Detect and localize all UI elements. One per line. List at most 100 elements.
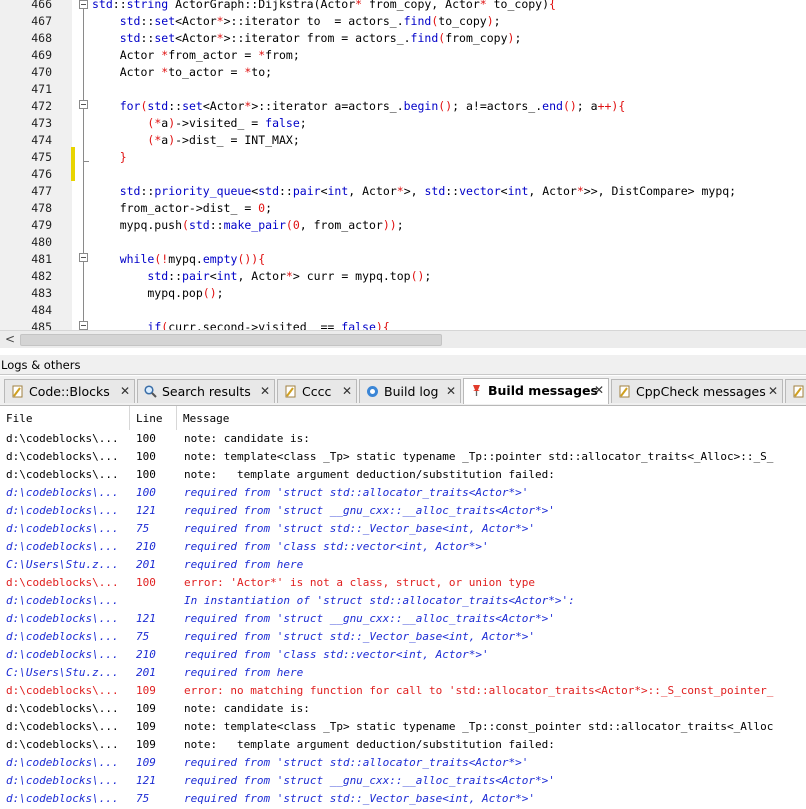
line-number: 467 [31,14,52,28]
fold-toggle-icon[interactable] [79,321,88,330]
message-file: d:\codeblocks\... [6,720,119,733]
table-row[interactable]: d:\codeblocks\... 75 required from 'struct… [0,520,806,538]
message-line: 109 [136,720,156,733]
message-text: required from 'struct __gnu_cxx::__alloc… [184,612,555,625]
message-line: 121 [136,504,156,517]
message-line: 75 [136,792,150,805]
line-number: 466 [31,0,52,11]
table-row[interactable]: d:\codeblocks\... 109 note: candidate is: [0,700,806,718]
close-icon[interactable]: ✕ [446,380,456,403]
message-line: 100 [136,576,156,589]
message-text: error: 'Actor*' is not a class, struct, … [184,576,535,589]
message-line: 109 [136,702,156,715]
panel-title: Logs & others [0,355,806,375]
table-row[interactable]: C:\Users\Stu.z... 201 required from here [0,664,806,682]
horizontal-scrollbar[interactable]: < [0,330,806,348]
line-number: 481 [31,252,52,266]
tab-build-log[interactable]: Build log ✕ [359,379,461,403]
message-text: required from 'struct std::allocator_tra… [184,756,529,769]
table-row[interactable]: d:\codeblocks\... 100 note: template<class… [0,448,806,466]
line-number-gutter: 466 467 468 469 470 471 472 473 474 475 476 477 478 4… [0,0,73,330]
message-file: d:\codeblocks\... [6,738,119,751]
fold-toggle-icon[interactable] [79,100,88,109]
message-file: d:\codeblocks\... [6,486,119,499]
fold-toggle-icon[interactable] [79,253,88,262]
code-line: std::priority_queue<std::pair<int, Actor… [119,184,737,198]
tab-cccc[interactable]: Cccc ✕ [277,379,357,403]
table-row[interactable]: d:\codeblocks\... 121 required from 'struc… [0,772,806,790]
code-line: if(curr.second->visited_ == false){ [147,320,390,330]
message-line: 109 [136,684,156,697]
message-file: d:\codeblocks\... [6,756,119,769]
tab-cppcheck-messages[interactable]: CppCheck messages ✕ [611,379,783,403]
fold-toggle-icon[interactable] [79,0,88,9]
build-messages-table[interactable]: File Line Message d:\codeblocks\... 100 no… [0,406,806,809]
close-icon[interactable]: ✕ [594,379,604,402]
table-row[interactable]: d:\codeblocks\... In instantiation of 'st… [0,592,806,610]
table-row[interactable]: d:\codeblocks\... 121 required from 'struc… [0,502,806,520]
message-file: d:\codeblocks\... [6,648,119,661]
message-file: d:\codeblocks\... [6,504,119,517]
table-row[interactable]: d:\codeblocks\... 100 note: template argum… [0,466,806,484]
line-number: 480 [31,235,52,249]
line-number: 477 [31,184,52,198]
message-text: note: template argument deduction/substi… [184,468,555,481]
code-editor[interactable]: 466 467 468 469 470 471 472 473 474 475 476 477 478 4… [0,0,806,330]
table-row[interactable]: d:\codeblocks\... 75 required from 'struct… [0,790,806,808]
table-row[interactable]: d:\codeblocks\... 75 required from 'struct… [0,628,806,646]
code-line: (*a)->dist_ = INT_MAX; [147,133,300,147]
column-header-line[interactable]: Line [130,406,177,430]
message-file: d:\codeblocks\... [6,792,119,805]
table-row[interactable]: d:\codeblocks\... 100 note: candidate is: [0,430,806,448]
table-row[interactable]: d:\codeblocks\... 100 required from 'struc… [0,484,806,502]
fold-line [83,9,84,329]
message-line: 121 [136,612,156,625]
message-text: required from 'struct __gnu_cxx::__alloc… [184,774,555,787]
tab-label: Search results [162,384,251,399]
message-text: required from 'class std::vector<int, Ac… [184,648,489,661]
close-icon[interactable]: ✕ [120,380,130,403]
table-row[interactable]: d:\codeblocks\... 210 required from 'class… [0,538,806,556]
table-row[interactable]: d:\codeblocks\... 100 error: 'Actor*' is n… [0,574,806,592]
code-line: for(std::set<Actor*>::iterator a=actors_… [119,99,626,113]
table-row[interactable]: d:\codeblocks\... 109 error: no matching f… [0,682,806,700]
code-line: std::set<Actor*>::iterator to = actors_.… [119,14,501,28]
table-row[interactable]: C:\Users\Stu.z... 201 required from here [0,556,806,574]
code-line: } [119,150,127,164]
column-header-message[interactable]: Message [177,406,806,430]
line-number: 485 [31,320,52,330]
message-text: error: no matching function for call to … [184,684,774,697]
table-row[interactable]: d:\codeblocks\... 109 required from 'struc… [0,754,806,772]
table-row[interactable]: d:\codeblocks\... 210 required from 'class… [0,646,806,664]
table-row[interactable]: d:\codeblocks\... 109 note: template<class… [0,718,806,736]
column-header-file[interactable]: File [0,406,130,430]
table-row[interactable]: d:\codeblocks\... 109 note: template argum… [0,736,806,754]
line-number: 473 [31,116,52,130]
line-number: 476 [31,167,52,181]
tab-label: Build messages [488,383,598,398]
code-line: Actor *from_actor = *from; [92,48,300,62]
close-icon[interactable]: ✕ [768,380,778,403]
tab-search-results[interactable]: Search results ✕ [137,379,275,403]
table-row[interactable]: d:\codeblocks\... 121 required from 'struc… [0,610,806,628]
code-line: std::pair<int, Actor*> curr = mypq.top()… [147,269,432,283]
message-line: 100 [136,486,156,499]
message-line: 100 [136,468,156,481]
line-number: 470 [31,65,52,79]
fold-end [83,161,89,162]
message-file: d:\codeblocks\... [6,450,119,463]
message-text: required from 'struct __gnu_cxx::__alloc… [184,504,555,517]
tab-label: Cccc [302,384,332,399]
close-icon[interactable]: ✕ [260,380,270,403]
tab-build-messages[interactable]: Build messages ✕ [463,378,609,404]
tab-overflow[interactable] [785,379,806,403]
message-text: note: template<class _Tp> static typenam… [184,720,774,733]
scrollbar-thumb[interactable] [20,334,442,346]
message-text: required from 'class std::vector<int, Ac… [184,540,489,553]
tab-codeblocks[interactable]: Code::Blocks ✕ [4,379,135,403]
message-line: 201 [136,666,156,679]
line-number: 468 [31,31,52,45]
scroll-left-icon[interactable]: < [3,331,17,348]
close-icon[interactable]: ✕ [342,380,352,403]
message-text: required from 'struct std::allocator_tra… [184,486,529,499]
